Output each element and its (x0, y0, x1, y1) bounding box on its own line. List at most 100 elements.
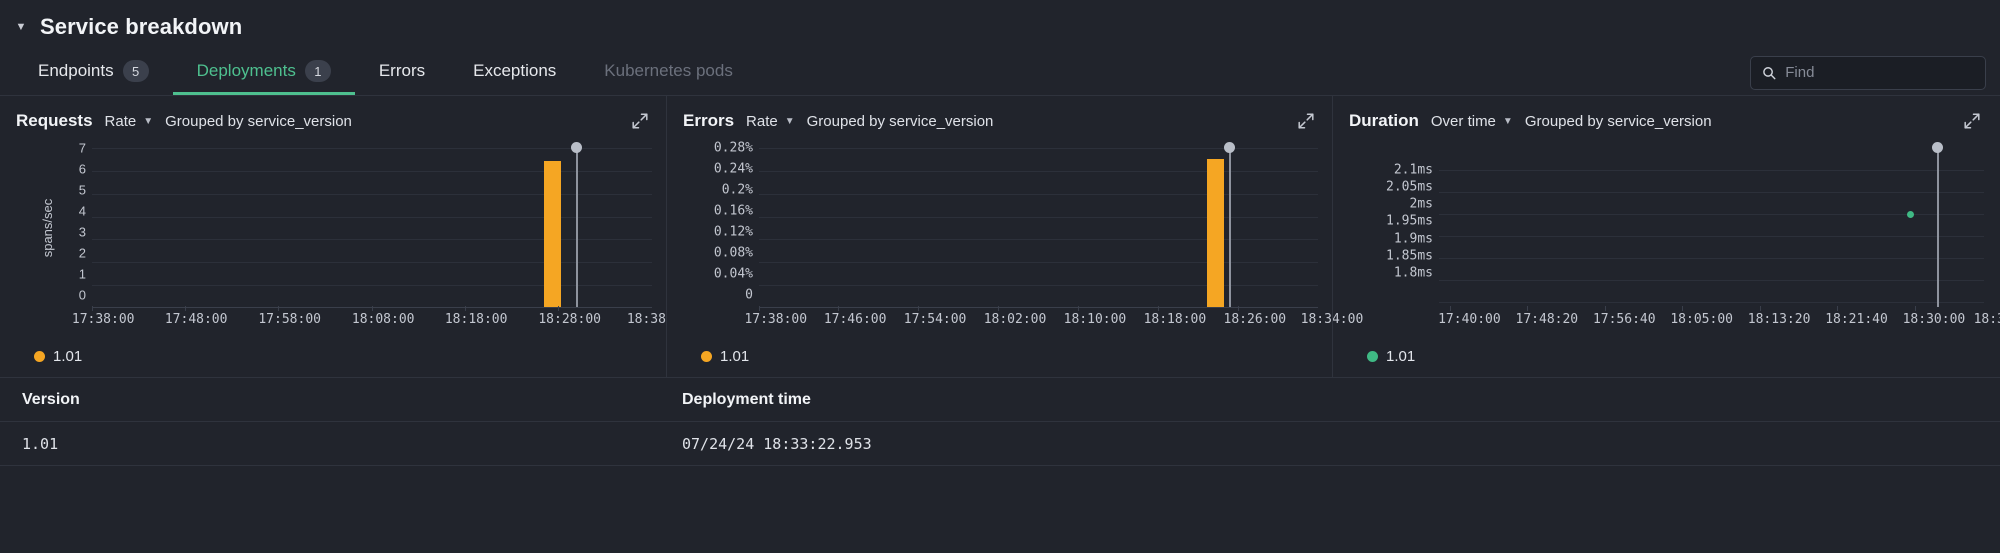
y-tick: 0.12% (713, 224, 753, 240)
y-tick: 0 (78, 287, 86, 303)
tab-label: Kubernetes pods (604, 61, 733, 80)
legend-swatch (34, 351, 45, 362)
x-tick: 17:38:00 (744, 312, 808, 327)
legend-swatch (1367, 351, 1378, 362)
tab-kubernetes-pods[interactable]: Kubernetes pods (580, 50, 757, 95)
search-icon (1763, 66, 1776, 79)
x-tick: 17:58:00 (258, 312, 321, 327)
x-tick: 17:46:00 (823, 312, 887, 327)
x-tick: 17:48:20 (1515, 312, 1579, 327)
panel-mode-label: Over time (1430, 112, 1496, 130)
deployment-marker-dot[interactable] (571, 142, 582, 153)
y-tick: 1.95ms (1386, 213, 1433, 229)
x-axis-ticks: 17:38:00 17:46:00 17:54:00 18:02:00 18:1… (744, 306, 1363, 334)
y-tick: 1.85ms (1386, 248, 1433, 264)
y-axis-ticks: 2.1ms 2.05ms 2ms 1.95ms 1.9ms 1.85ms 1.8… (1341, 164, 1433, 286)
panel-groupby-label: Grouped by service_version (165, 112, 352, 130)
tab-label: Errors (378, 61, 426, 80)
tab-badge: 1 (304, 60, 331, 82)
x-tick: 18:21:40 (1825, 312, 1888, 327)
x-axis-ticks: 17:38:00 17:48:00 17:58:00 18:08:00 18:1… (72, 306, 666, 334)
y-tick: 6 (78, 161, 86, 177)
plot-area (759, 142, 1318, 308)
search-box[interactable] (1750, 55, 1986, 90)
tab-errors[interactable]: Errors (355, 50, 449, 95)
x-tick: 17:56:40 (1592, 312, 1656, 327)
y-axis-ticks: 7 6 5 4 3 2 1 0 (42, 142, 86, 308)
search-input[interactable] (1785, 64, 1974, 81)
expand-icon[interactable] (630, 111, 650, 131)
y-tick: 0.28% (713, 140, 753, 156)
legend-swatch (701, 351, 712, 362)
legend-label: 1.01 (1386, 348, 1416, 365)
tab-deployments[interactable]: Deployments 1 (172, 50, 355, 95)
panel-mode-select[interactable]: Over time ▼ (1431, 113, 1513, 130)
tab-list: Endpoints 5 Deployments 1 Errors Excepti… (14, 50, 757, 95)
x-tick: 17:54:00 (903, 312, 967, 327)
expand-icon[interactable] (1296, 111, 1316, 131)
panel-title: Errors (683, 111, 735, 130)
tab-endpoints[interactable]: Endpoints 5 (14, 50, 173, 95)
plot-requests: spans/sec 7 6 5 4 3 2 1 0 17:38:00 17:48… (0, 142, 666, 328)
page-title: Service breakdown (40, 14, 243, 39)
table-row[interactable]: 1.01 07/24/24 18:33:22.953 (0, 422, 2000, 466)
panel-mode-select[interactable]: Rate ▼ (105, 113, 154, 130)
y-axis-ticks: 0.28% 0.24% 0.2% 0.16% 0.12% 0.08% 0.04%… (675, 142, 753, 308)
y-tick: 0.16% (713, 203, 753, 219)
deployments-table: Version Deployment time 1.01 07/24/24 18… (0, 377, 2000, 466)
y-tick: 0.04% (713, 266, 753, 282)
panel-header: Requests Rate ▼ Grouped by service_versi… (0, 110, 666, 132)
bar-errors-1 (1207, 159, 1224, 307)
plot-area (1439, 142, 1984, 308)
plot-area (92, 142, 652, 308)
column-header-deployment-time[interactable]: Deployment time (682, 391, 811, 409)
table-header-row: Version Deployment time (0, 378, 2000, 422)
deployment-marker-dot[interactable] (1224, 142, 1235, 153)
deployment-marker-line (1937, 148, 1939, 307)
y-tick: 1.9ms (1393, 231, 1433, 247)
legend-requests: 1.01 (0, 334, 666, 377)
expand-icon[interactable] (1962, 111, 1982, 131)
y-tick: 4 (78, 203, 86, 219)
x-tick: 18:10:00 (1063, 312, 1127, 327)
tab-exceptions[interactable]: Exceptions (449, 50, 580, 95)
x-tick: 18:38 (626, 312, 666, 327)
legend-errors: 1.01 (667, 334, 1332, 377)
tab-label: Exceptions (473, 61, 557, 80)
legend-duration: 1.01 (1333, 334, 1998, 377)
x-tick: 17:48:00 (164, 312, 228, 327)
panel-mode-label: Rate (104, 112, 137, 130)
panel-header: Duration Over time ▼ Grouped by service_… (1333, 110, 1998, 132)
x-tick: 18:13:20 (1747, 312, 1811, 327)
charts-row: Requests Rate ▼ Grouped by service_versi… (0, 96, 2000, 377)
tab-badge: 5 (122, 60, 149, 82)
x-tick: 18:28:00 (538, 312, 601, 327)
tabbar: Endpoints 5 Deployments 1 Errors Excepti… (0, 50, 2000, 96)
panel-errors: Errors Rate ▼ Grouped by service_version… (666, 96, 1363, 377)
panel-groupby-label: Grouped by service_version (806, 112, 994, 130)
x-tick: 18:26:00 (1223, 312, 1287, 327)
y-tick: 0.08% (713, 245, 753, 261)
cell-version: 1.01 (22, 434, 59, 453)
y-tick: 0.24% (713, 161, 753, 177)
panel-mode-select[interactable]: Rate ▼ (746, 113, 795, 130)
panel-mode-label: Rate (746, 112, 778, 130)
x-tick: 18:08:00 (351, 312, 415, 327)
caret-down-icon[interactable]: ▼ (14, 20, 28, 34)
y-tick: 1.8ms (1393, 265, 1433, 281)
x-tick: 18:02:00 (983, 312, 1047, 327)
plot-errors: 0.28% 0.24% 0.2% 0.16% 0.12% 0.08% 0.04%… (667, 142, 1363, 328)
plot-duration: 2.1ms 2.05ms 2ms 1.95ms 1.9ms 1.85ms 1.8… (1333, 142, 2000, 327)
column-header-version[interactable]: Version (22, 391, 682, 409)
panel-header: Errors Rate ▼ Grouped by service_version (667, 110, 1332, 132)
bar-requests-1 (544, 161, 561, 307)
chevron-down-icon: ▼ (143, 115, 154, 127)
x-tick: 18:05:00 (1670, 312, 1733, 327)
deployment-marker-dot[interactable] (1932, 142, 1943, 153)
search-area (1750, 50, 1986, 95)
chevron-down-icon: ▼ (784, 115, 795, 127)
panel-requests: Requests Rate ▼ Grouped by service_versi… (0, 96, 666, 377)
y-tick: 5 (78, 182, 86, 198)
cell-deployment-time: 07/24/24 18:33:22.953 (682, 434, 872, 453)
tab-label: Endpoints (38, 61, 114, 80)
